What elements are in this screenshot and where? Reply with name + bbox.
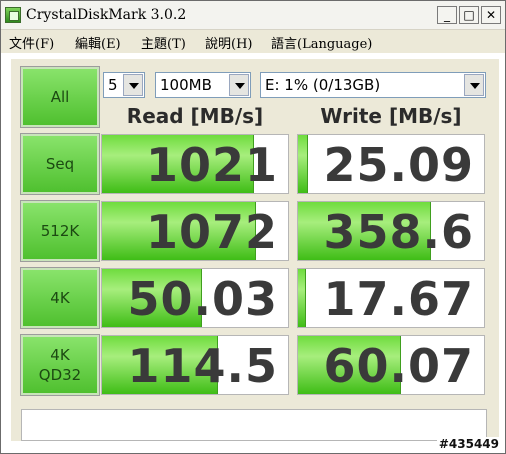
drive-select[interactable]: E: 1% (0/13GB) [260, 72, 486, 98]
menu-language[interactable]: 語言(Language) [271, 33, 372, 52]
close-button[interactable]: ✕ [481, 6, 501, 24]
window-title: CrystalDiskMark 3.0.2 [26, 7, 187, 23]
runs-select[interactable]: 5 [103, 72, 145, 98]
seq-read-value: 1021 [145, 138, 278, 192]
4k-read-cell: 50.03 [101, 268, 289, 328]
4k-write-bar [298, 269, 307, 327]
4k-qd32-read-value: 114.5 [127, 339, 278, 393]
4k-qd32-label-line2: QD32 [38, 366, 82, 384]
read-header: Read [MB/s] [126, 104, 264, 128]
4k-qd32-button[interactable]: 4K QD32 [20, 334, 100, 396]
content-area: All 5 100MB E: 1% (0/13GB) Read [MB/s] W… [1, 53, 505, 453]
seq-write-cell: 25.09 [297, 134, 485, 194]
seq-read-cell: 1021 [101, 134, 289, 194]
benchmark-panel: All 5 100MB E: 1% (0/13GB) Read [MB/s] W… [11, 59, 499, 441]
seq-write-bar [298, 135, 309, 193]
512k-button[interactable]: 512K [20, 200, 100, 262]
4k-read-value: 50.03 [127, 272, 278, 326]
menu-help[interactable]: 說明(H) [205, 33, 252, 52]
app-icon [5, 7, 21, 23]
menu-bar: 文件(F) 編輯(E) 主題(T) 說明(H) 語言(Language) [1, 30, 505, 52]
seq-label: Seq [45, 155, 75, 173]
4k-write-value: 17.67 [323, 272, 474, 326]
512k-read-value: 1072 [145, 205, 278, 259]
app-window: CrystalDiskMark 3.0.2 _ □ ✕ 文件(F) 編輯(E) … [0, 0, 506, 454]
write-header: Write [MB/s] [320, 104, 462, 128]
menu-file[interactable]: 文件(F) [9, 33, 54, 52]
seq-button[interactable]: Seq [20, 133, 100, 195]
512k-read-cell: 1072 [101, 201, 289, 261]
menu-edit[interactable]: 編輯(E) [75, 33, 121, 52]
size-select[interactable]: 100MB [155, 72, 251, 98]
runs-value: 5 [108, 76, 118, 94]
comment-field[interactable] [21, 409, 487, 441]
4k-qd32-write-cell: 60.07 [297, 335, 485, 395]
all-button-label: All [50, 88, 70, 106]
minimize-button[interactable]: _ [437, 6, 457, 24]
seq-write-value: 25.09 [323, 138, 474, 192]
4k-qd32-write-value: 60.07 [323, 339, 474, 393]
4k-label: 4K [50, 289, 70, 307]
chevron-down-icon[interactable] [229, 74, 249, 96]
4k-write-cell: 17.67 [297, 268, 485, 328]
4k-qd32-read-cell: 114.5 [101, 335, 289, 395]
chevron-down-icon[interactable] [464, 74, 484, 96]
4k-button[interactable]: 4K [20, 267, 100, 329]
4k-qd32-label-line1: 4K [50, 346, 70, 364]
maximize-button[interactable]: □ [459, 6, 479, 24]
drive-value: E: 1% (0/13GB) [265, 76, 381, 94]
chevron-down-icon[interactable] [123, 74, 143, 96]
512k-write-cell: 358.6 [297, 201, 485, 261]
size-value: 100MB [160, 76, 212, 94]
512k-label: 512K [40, 222, 80, 240]
all-button[interactable]: All [20, 66, 100, 128]
watermark: #435449 [436, 437, 501, 451]
menu-theme[interactable]: 主題(T) [141, 33, 186, 52]
title-bar[interactable]: CrystalDiskMark 3.0.2 _ □ ✕ [1, 1, 505, 30]
512k-write-value: 358.6 [323, 205, 474, 259]
